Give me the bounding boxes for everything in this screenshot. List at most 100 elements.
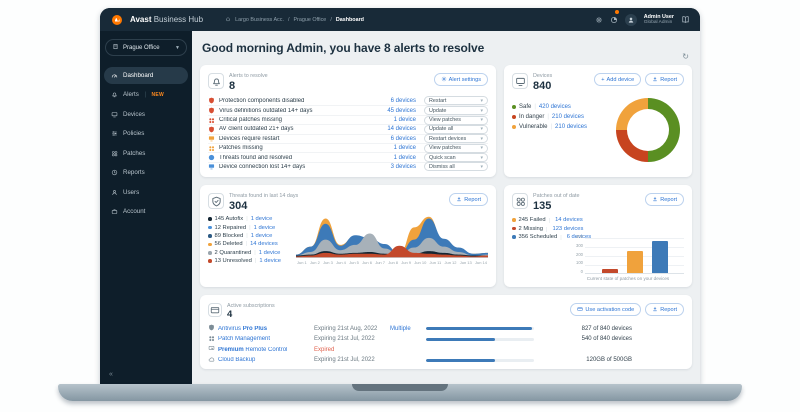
threat-legend-link[interactable]: 1 device <box>251 216 273 222</box>
sidebar-item-users[interactable]: Users <box>104 184 188 201</box>
alert-action-dropdown[interactable]: Dismiss all ▾ <box>424 162 488 172</box>
alert-devices-link[interactable]: 1 device <box>394 145 416 151</box>
threat-legend-link[interactable]: 1 device <box>259 250 281 256</box>
subscription-icon <box>209 324 214 331</box>
device-legend-link[interactable]: 420 devices <box>539 104 571 110</box>
patches-grid-icon <box>512 193 528 209</box>
x-tick-label: Jun 8 <box>388 260 399 266</box>
threat-legend-link[interactable]: 1 device <box>259 258 281 264</box>
alert-row: Patches missing 1 device View patches ▾ <box>208 142 488 153</box>
person-icon <box>628 17 634 23</box>
breadcrumb-site[interactable]: Prague Office <box>293 17 326 23</box>
alert-row: Virus definitions outdated 14+ days 45 d… <box>208 105 488 116</box>
sidebar-item-label: Devices <box>123 110 146 118</box>
patches-report-button[interactable]: Report <box>645 193 684 206</box>
alert-action-dropdown[interactable]: View patches ▾ <box>424 115 488 125</box>
knowledge-base-icon[interactable] <box>681 11 690 29</box>
alert-action-dropdown[interactable]: Restart ▾ <box>424 96 488 106</box>
threats-report-button[interactable]: Report <box>449 193 488 206</box>
devices-icon <box>111 111 118 117</box>
subscription-expiry: Expiring 21st Aug, 2022 <box>314 325 378 332</box>
sidebar-item-label: Policies <box>123 130 145 137</box>
patches-icon <box>112 150 118 156</box>
notifications-icon[interactable] <box>610 9 619 29</box>
settings-gear-icon[interactable] <box>595 11 603 29</box>
subscription-usage-bar <box>426 348 534 351</box>
alert-devices-link[interactable]: 6 devices <box>391 136 416 142</box>
sidebar-item-devices[interactable]: Devices <box>104 106 188 123</box>
sidebar-item-alerts[interactable]: Alerts | NEW <box>104 86 188 103</box>
refresh-icon[interactable]: ↻ <box>682 52 689 61</box>
y-tick-label: 0 <box>580 269 583 274</box>
legend-dot <box>512 115 516 120</box>
alert-action-dropdown[interactable]: Quick scan ▾ <box>424 153 488 163</box>
device-legend-link[interactable]: 210 devices <box>552 114 584 120</box>
subscription-name-link[interactable]: Premium Remote Control <box>218 347 314 353</box>
sidebar-item-dashboard[interactable]: Dashboard <box>104 66 188 84</box>
device-legend-link[interactable]: 210 devices <box>555 124 587 130</box>
threat-legend-link[interactable]: 1 device <box>254 225 276 231</box>
bar-failed <box>626 250 643 273</box>
subscription-name-link[interactable]: Patch Management <box>218 336 314 342</box>
subscriptions-card-title: Active subscriptions <box>227 303 275 309</box>
alert-action-dropdown[interactable]: View patches ▾ <box>424 143 488 153</box>
threat-legend-link[interactable]: 14 devices <box>250 241 278 247</box>
subscription-name-link[interactable]: Antivirus Pro Plus <box>218 326 314 332</box>
subscription-expiry: Expiring 21st Jul, 2022 <box>314 357 375 364</box>
subscription-multiple-link[interactable]: Multiple <box>390 326 426 332</box>
devices-report-button[interactable]: Report <box>645 73 684 86</box>
home-icon <box>225 16 231 24</box>
alert-devices-link[interactable]: 14 devices <box>387 126 416 132</box>
patches-chart-caption: Current state of patches on your devices <box>586 276 670 281</box>
home-icon <box>226 16 231 21</box>
alert-devices-link[interactable]: 1 device <box>394 155 416 161</box>
legend-dot <box>208 217 212 221</box>
collapse-sidebar-button[interactable]: « <box>100 371 192 378</box>
sidebar-item-account[interactable]: Account <box>104 203 188 220</box>
sidebar-item-policies[interactable]: Policies <box>104 125 188 142</box>
patch-legend-link[interactable]: 14 devices <box>555 217 583 223</box>
alert-action-dropdown[interactable]: Update all ▾ <box>424 124 488 134</box>
alert-action-dropdown[interactable]: Update ▾ <box>424 106 488 116</box>
sidebar-item-reports[interactable]: Reports <box>104 164 188 181</box>
alert-devices-link[interactable]: 3 devices <box>391 164 416 170</box>
sidebar-item-label: Users <box>123 188 140 196</box>
alert-label: Protection components disabled <box>219 97 305 104</box>
subscription-name-link[interactable]: Cloud Backup <box>218 357 314 363</box>
threat-legend-link[interactable]: 1 device <box>251 233 273 239</box>
chevron-down-icon: ▾ <box>480 126 483 133</box>
subscription-usage-bar <box>426 337 534 341</box>
knowledge-base-icon <box>682 15 689 23</box>
alert-devices-link[interactable]: 45 devices <box>387 108 416 114</box>
add-device-button[interactable]: + Add device <box>594 73 642 86</box>
alert-action-dropdown[interactable]: Restart devices ▾ <box>424 134 488 144</box>
alert-severity-icon <box>208 154 215 161</box>
new-badge: NEW <box>151 91 165 98</box>
patch-legend-link[interactable]: 123 devices <box>552 226 583 232</box>
patch-legend-item: 2 Missing | 123 devices <box>512 224 684 233</box>
org-selector[interactable]: Prague Office ▼ <box>105 39 187 56</box>
x-tick-label: Jun 13 <box>459 260 472 266</box>
avatar[interactable] <box>624 13 637 26</box>
sidebar-item-patches[interactable]: Patches <box>104 145 188 162</box>
subscription-row: Antivirus Pro Plus Expiring 21st Aug, 20… <box>208 323 684 334</box>
alert-row: Device connection lost 14+ days 3 device… <box>208 161 488 172</box>
alert-row: AV client outdated 21+ days 14 devices U… <box>208 124 488 134</box>
threats-x-axis: Jun 1 Jun 2 Jun 3 Jun 4 Jun 5 Jun 6 Jun 7 Jun 8… <box>296 259 488 265</box>
alert-label: Virus definitions outdated 14+ days <box>219 107 313 114</box>
alert-devices-link[interactable]: 6 devices <box>391 98 416 104</box>
use-activation-code-button[interactable]: Use activation code <box>570 303 642 316</box>
bell-icon <box>212 77 220 86</box>
legend-dot <box>208 242 212 247</box>
alert-settings-button[interactable]: Alert settings <box>433 73 488 86</box>
device-legend-item: In danger | 210 devices <box>512 112 616 122</box>
alert-severity-icon <box>208 136 215 142</box>
breadcrumb-account[interactable]: Largo Business Acc. <box>235 17 284 23</box>
subscription-expiry: Expiring 21st Jul, 2022 <box>314 336 375 343</box>
reports-icon <box>111 169 118 176</box>
subscription-usage-value: 540 of 840 devices <box>581 336 632 343</box>
subscriptions-report-button[interactable]: Report <box>645 303 684 316</box>
alert-devices-link[interactable]: 1 device <box>394 117 416 123</box>
user-info[interactable]: Admin User Global Admin <box>644 14 674 26</box>
devices-donut-chart <box>616 98 680 163</box>
